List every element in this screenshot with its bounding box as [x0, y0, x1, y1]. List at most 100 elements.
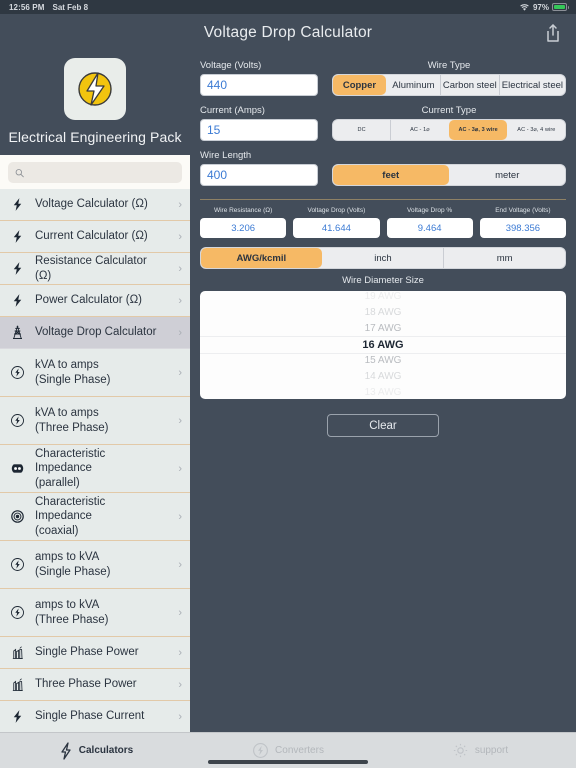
- sidebar-item-4[interactable]: Voltage Drop Calculator ›: [0, 317, 190, 349]
- lightning-bolt-app-icon: [64, 58, 126, 120]
- battery-percent: 97%: [532, 2, 549, 12]
- sidebar-item-label: amps to kVA (Three Phase): [35, 599, 109, 626]
- result-value: 398.356: [479, 218, 566, 238]
- bolt-circle-icon: [253, 743, 269, 758]
- sidebar-item-13[interactable]: Single Phase Current ›: [0, 701, 190, 732]
- sidebar-item-3[interactable]: Power Calculator (Ω) ›: [0, 285, 190, 317]
- sidebar-item-12[interactable]: Three Phase Power ›: [0, 669, 190, 701]
- share-icon[interactable]: [542, 21, 564, 45]
- app-window: 12:56 PM Sat Feb 8 97% Voltage Drop Calc…: [0, 0, 576, 768]
- length-unit-option-0[interactable]: feet: [333, 165, 449, 185]
- status-date: Sat Feb 8: [52, 2, 89, 12]
- bolt-icon: [9, 197, 26, 212]
- chevron-right-icon: ›: [178, 230, 182, 243]
- wire-length-label: Wire Length: [200, 150, 252, 161]
- sidebar-item-7[interactable]: Characteristic Impedance (parallel) ›: [0, 445, 190, 493]
- power-plant-icon: [9, 645, 26, 660]
- tab-converters-label: Converters: [275, 745, 324, 756]
- gear-icon: [453, 743, 467, 758]
- chevron-right-icon: ›: [178, 414, 182, 427]
- wire-type-option-1[interactable]: Aluminum: [386, 75, 440, 95]
- bolt-circle-icon: [9, 605, 26, 620]
- current-type-label: Current Type: [421, 105, 477, 116]
- bolt-icon: [9, 293, 26, 308]
- bolt-icon: [9, 261, 26, 276]
- result-value: 41.644: [293, 218, 380, 238]
- sidebar-item-label: Power Calculator (Ω): [35, 294, 143, 307]
- brand-block: Electrical Engineering Pack: [0, 52, 190, 155]
- clear-button[interactable]: Clear: [327, 414, 439, 437]
- sidebar-item-5[interactable]: kVA to amps (Single Phase) ›: [0, 349, 190, 397]
- result-label: Voltage Drop %: [407, 207, 453, 214]
- tab-calculators[interactable]: Calculators: [0, 741, 192, 760]
- current-row: Current (Amps) Current Type DCAC - 1⌀AC …: [200, 105, 566, 141]
- wifi-icon: [520, 3, 529, 11]
- picker-item-4[interactable]: 15 AWG: [200, 353, 566, 369]
- sidebar-item-1[interactable]: Current Calculator (Ω) ›: [0, 221, 190, 253]
- title-bar: Voltage Drop Calculator: [0, 14, 576, 52]
- sidebar-item-9[interactable]: amps to kVA (Single Phase) ›: [0, 541, 190, 589]
- sidebar-nav-list[interactable]: Voltage Calculator (Ω) › Current Calculato…: [0, 189, 190, 732]
- bolt-icon: [61, 741, 71, 760]
- clear-button-container: Clear: [200, 414, 566, 437]
- sidebar-item-0[interactable]: Voltage Calculator (Ω) ›: [0, 189, 190, 221]
- app-name: Electrical Engineering Pack: [8, 129, 182, 145]
- sidebar: Electrical Engineering Pack Voltage Calc…: [0, 52, 190, 732]
- wire-type-option-2[interactable]: Carbon steel: [439, 75, 499, 95]
- wire-type-label: Wire Type: [427, 60, 471, 71]
- sidebar-item-label: Characteristic Impedance (coaxial): [35, 495, 106, 537]
- picker-item-0[interactable]: 19 AWG: [200, 291, 566, 305]
- wire-type-segmented-control[interactable]: Copper Aluminum Carbon steel Electrical ste…: [332, 74, 566, 96]
- diameter-unit-option-1[interactable]: inch: [322, 248, 444, 268]
- transmission-tower-icon: [9, 325, 26, 340]
- voltage-input[interactable]: [200, 74, 318, 96]
- wire-length-input[interactable]: [200, 164, 318, 186]
- picker-item-1[interactable]: 18 AWG: [200, 305, 566, 321]
- wire-type-option-3[interactable]: Electrical steel: [498, 75, 565, 95]
- wire-diameter-picker[interactable]: 19 AWG 18 AWG 17 AWG 16 AWG 15 AWG 14 AWG 13 A…: [200, 291, 566, 399]
- bolt-icon: [9, 709, 26, 724]
- tab-calculators-label: Calculators: [78, 745, 134, 756]
- sidebar-item-11[interactable]: Single Phase Power ›: [0, 637, 190, 669]
- current-type-option-0[interactable]: DC: [333, 120, 390, 140]
- voltage-row: Voltage (Volts) Wire Type CopperAluminum…: [200, 60, 566, 96]
- diameter-unit-option-0[interactable]: AWG/kcmil: [201, 248, 322, 268]
- sidebar-item-label: kVA to amps (Three Phase): [35, 407, 109, 434]
- sidebar-item-8[interactable]: Characteristic Impedance (coaxial) ›: [0, 493, 190, 541]
- body-split: Electrical Engineering Pack Voltage Calc…: [0, 52, 576, 732]
- current-type-option-1[interactable]: AC - 1⌀: [390, 120, 448, 140]
- main-panel: Voltage (Volts) Wire Type CopperAluminum…: [190, 52, 576, 732]
- diameter-unit-segmented-control[interactable]: AWG/kcmil inch mm: [200, 247, 566, 269]
- current-input[interactable]: [200, 119, 318, 141]
- sidebar-item-6[interactable]: kVA to amps (Three Phase) ›: [0, 397, 190, 445]
- current-type-segmented-control[interactable]: DC AC - 1⌀ AC - 3⌀, 3 wire AC - 3⌀, 4 wire: [332, 119, 566, 141]
- current-type-option-2[interactable]: AC - 3⌀, 3 wire: [448, 120, 507, 140]
- result-value: 9.464: [386, 218, 473, 238]
- search-box[interactable]: [8, 162, 182, 183]
- search-input[interactable]: [29, 167, 175, 178]
- chevron-right-icon: ›: [178, 606, 182, 619]
- diameter-unit-option-2[interactable]: mm: [443, 248, 565, 268]
- voltage-label: Voltage (Volts): [200, 60, 262, 71]
- search-icon: [15, 168, 24, 177]
- search-container: [0, 155, 190, 189]
- current-type-group: Current Type DC AC - 1⌀ AC - 3⌀, 3 wire AC …: [332, 105, 566, 141]
- wire-type-option-0[interactable]: Copper: [333, 75, 386, 95]
- wire-length-row: Wire Length feetmeter: [200, 150, 566, 186]
- picker-item-6[interactable]: 13 AWG: [200, 385, 566, 399]
- sidebar-item-2[interactable]: Resistance Calculator (Ω) ›: [0, 253, 190, 285]
- picker-item-3[interactable]: 16 AWG: [200, 337, 566, 353]
- sidebar-item-10[interactable]: amps to kVA (Three Phase) ›: [0, 589, 190, 637]
- bottom-tab-bar: Calculators Converters support: [0, 732, 576, 768]
- picker-item-2[interactable]: 17 AWG: [200, 321, 566, 337]
- page-title: Voltage Drop Calculator: [203, 24, 373, 41]
- bolt-circle-icon: [9, 413, 26, 428]
- picker-item-5[interactable]: 14 AWG: [200, 369, 566, 385]
- length-unit-option-1[interactable]: meter: [449, 165, 566, 185]
- tab-support[interactable]: support: [384, 742, 576, 759]
- current-type-option-3[interactable]: AC - 3⌀, 4 wire: [507, 120, 565, 140]
- battery-charging-icon: [552, 3, 569, 11]
- tab-converters[interactable]: Converters: [192, 742, 384, 759]
- length-unit-segmented-control[interactable]: feet meter: [332, 164, 566, 186]
- wire-diameter-wheel[interactable]: 19 AWG 18 AWG 17 AWG 16 AWG 15 AWG 14 AWG 13 A…: [200, 291, 566, 399]
